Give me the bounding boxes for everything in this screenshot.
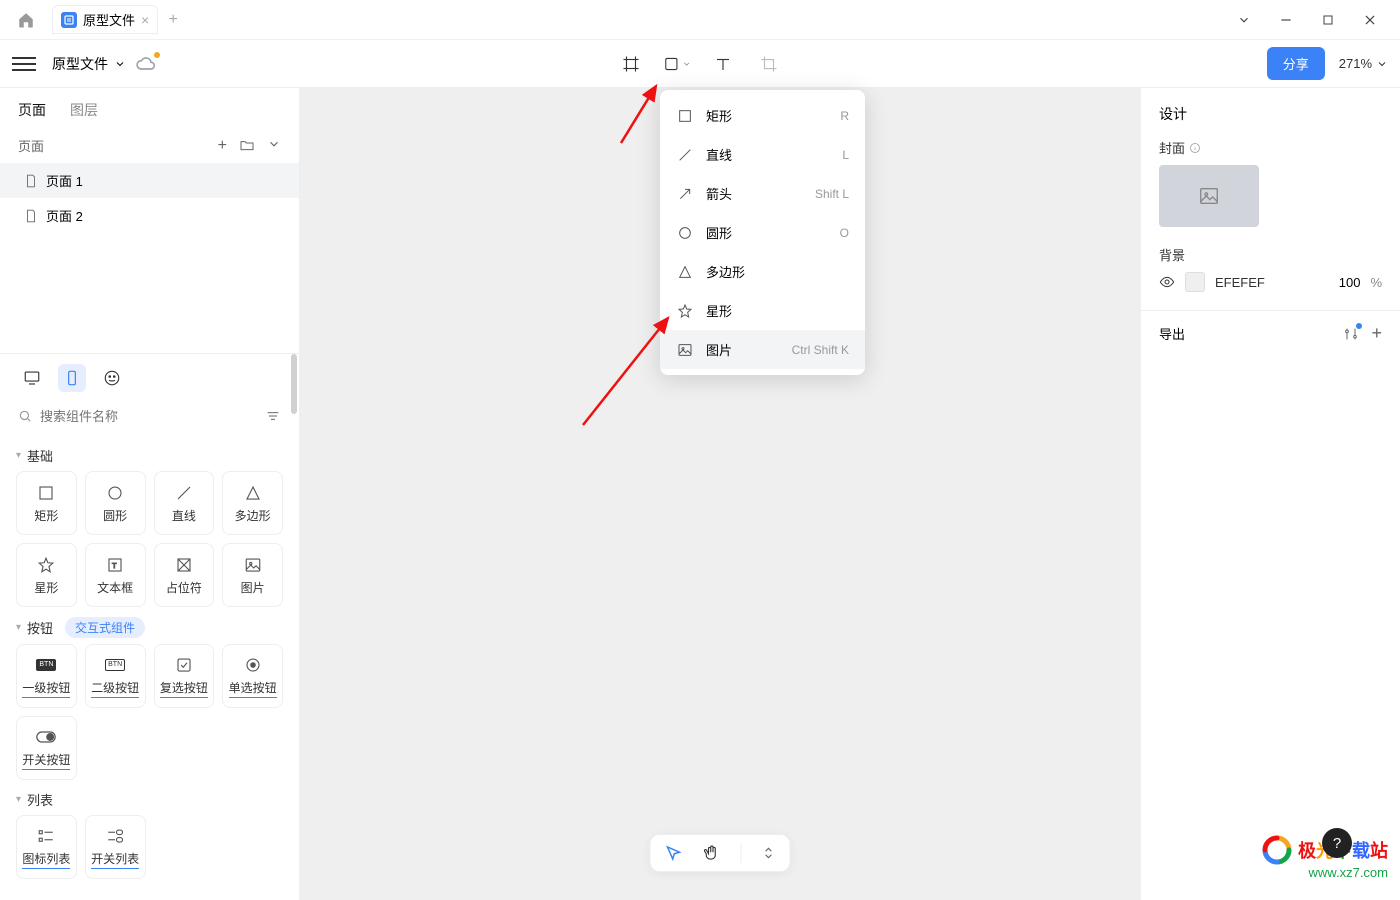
chevron-down-icon bbox=[114, 58, 126, 70]
search-icon bbox=[18, 409, 32, 423]
component-checkbox[interactable]: 复选按钮 bbox=[154, 644, 215, 708]
folder-icon[interactable] bbox=[239, 137, 255, 155]
page-item-label: 页面 2 bbox=[46, 206, 83, 225]
component-radio[interactable]: 单选按钮 bbox=[222, 644, 283, 708]
page-icon bbox=[24, 174, 38, 188]
cloud-sync-icon[interactable] bbox=[136, 54, 156, 74]
page-item-label: 页面 1 bbox=[46, 171, 83, 190]
svg-text:T: T bbox=[112, 561, 117, 570]
search-input[interactable] bbox=[40, 409, 257, 424]
component-primary-button[interactable]: BTN一级按钮 bbox=[16, 644, 77, 708]
component-star[interactable]: 星形 bbox=[16, 543, 77, 607]
document-tab[interactable]: 原型文件 × bbox=[52, 5, 158, 34]
pages-heading: 页面 bbox=[18, 136, 44, 155]
component-secondary-button[interactable]: BTN二级按钮 bbox=[85, 644, 146, 708]
file-selector[interactable]: 原型文件 bbox=[52, 54, 126, 74]
annotation-arrow-icon bbox=[578, 310, 678, 430]
maximize-button[interactable] bbox=[1316, 8, 1340, 32]
interactive-pill: 交互式组件 bbox=[65, 617, 145, 638]
component-image[interactable]: 图片 bbox=[222, 543, 283, 607]
dropdown-item-circle[interactable]: 圆形O bbox=[660, 213, 865, 252]
watermark-logo-icon bbox=[1262, 835, 1292, 865]
home-icon bbox=[17, 11, 35, 29]
dropdown-item-image[interactable]: 图片Ctrl Shift K bbox=[660, 330, 865, 369]
minimize-button[interactable] bbox=[1274, 8, 1298, 32]
info-icon[interactable] bbox=[1189, 142, 1201, 154]
help-button[interactable]: ? bbox=[1322, 828, 1352, 858]
left-panel: 页面 图层 页面 + 页面 1 页面 2 bbox=[0, 88, 300, 900]
component-rect[interactable]: 矩形 bbox=[16, 471, 77, 535]
frame-tool[interactable] bbox=[617, 50, 645, 78]
color-swatch[interactable] bbox=[1185, 272, 1205, 292]
menu-button[interactable] bbox=[12, 52, 36, 76]
file-name: 原型文件 bbox=[52, 54, 108, 74]
crop-tool[interactable] bbox=[755, 50, 783, 78]
floating-toolbar bbox=[650, 834, 791, 872]
tab-title: 原型文件 bbox=[83, 10, 135, 29]
cursor-tool[interactable] bbox=[665, 844, 683, 862]
component-placeholder[interactable]: 占位符 bbox=[154, 543, 215, 607]
component-textbox[interactable]: T文本框 bbox=[85, 543, 146, 607]
titlebar: 原型文件 × + bbox=[0, 0, 1400, 40]
scrollbar[interactable] bbox=[291, 354, 297, 414]
design-heading: 设计 bbox=[1159, 104, 1382, 124]
section-lists[interactable]: 列表 bbox=[27, 790, 53, 809]
share-button[interactable]: 分享 bbox=[1267, 47, 1325, 80]
chevron-down-icon[interactable] bbox=[1232, 8, 1256, 32]
chevron-down-icon bbox=[682, 59, 691, 69]
zoom-control[interactable]: 271% bbox=[1339, 56, 1388, 71]
component-polygon[interactable]: 多边形 bbox=[222, 471, 283, 535]
desktop-device-button[interactable] bbox=[18, 364, 46, 392]
component-circle[interactable]: 圆形 bbox=[85, 471, 146, 535]
mobile-device-button[interactable] bbox=[58, 364, 86, 392]
center-tools bbox=[617, 50, 783, 78]
dropdown-item-arrow[interactable]: 箭头Shift L bbox=[660, 174, 865, 213]
new-tab-button[interactable]: + bbox=[158, 11, 188, 29]
section-buttons[interactable]: 按钮 bbox=[27, 618, 53, 637]
background-label: 背景 bbox=[1159, 245, 1185, 264]
component-icon-list[interactable]: 图标列表 bbox=[16, 815, 77, 879]
tab-close-icon[interactable]: × bbox=[141, 12, 149, 28]
tab-pages[interactable]: 页面 bbox=[18, 100, 46, 120]
emoji-button[interactable] bbox=[98, 364, 126, 392]
dropdown-item-star[interactable]: 星形 bbox=[660, 291, 865, 330]
section-basic[interactable]: 基础 bbox=[27, 446, 53, 465]
add-page-button[interactable]: + bbox=[218, 137, 227, 155]
shape-tool[interactable] bbox=[663, 50, 691, 78]
color-hex[interactable]: EFEFEF bbox=[1215, 275, 1329, 290]
tab-layers[interactable]: 图层 bbox=[70, 100, 98, 120]
component-toggle[interactable]: 开关按钮 bbox=[16, 716, 77, 780]
component-switch-list[interactable]: 开关列表 bbox=[85, 815, 146, 879]
shape-dropdown: 矩形R 直线L 箭头Shift L 圆形O 多边形 星形 图片Ctrl Shif… bbox=[660, 90, 865, 375]
expand-toolbar[interactable] bbox=[762, 846, 776, 860]
chevron-down-icon[interactable] bbox=[267, 137, 281, 155]
dropdown-item-line[interactable]: 直线L bbox=[660, 135, 865, 174]
filter-icon[interactable] bbox=[265, 408, 281, 424]
home-button[interactable] bbox=[8, 4, 44, 36]
export-settings-icon[interactable] bbox=[1343, 326, 1359, 342]
component-line[interactable]: 直线 bbox=[154, 471, 215, 535]
zoom-value: 271% bbox=[1339, 56, 1372, 71]
dropdown-item-rect[interactable]: 矩形R bbox=[660, 96, 865, 135]
watermark-url: www.xz7.com bbox=[1262, 865, 1388, 880]
chevron-down-icon bbox=[1376, 58, 1388, 70]
text-tool[interactable] bbox=[709, 50, 737, 78]
page-icon bbox=[24, 209, 38, 223]
doc-icon bbox=[61, 12, 77, 28]
hand-tool[interactable] bbox=[703, 844, 721, 862]
visibility-icon[interactable] bbox=[1159, 274, 1175, 290]
right-panel: 设计 封面 背景 EFEFEF 100 % 导出 + bbox=[1140, 88, 1400, 900]
annotation-arrow-icon bbox=[616, 78, 666, 148]
cover-label: 封面 bbox=[1159, 138, 1185, 157]
cover-thumbnail[interactable] bbox=[1159, 165, 1259, 227]
page-item[interactable]: 页面 1 bbox=[0, 163, 299, 198]
add-export-button[interactable]: + bbox=[1371, 323, 1382, 344]
app-toolbar: 原型文件 分享 271% bbox=[0, 40, 1400, 88]
close-button[interactable] bbox=[1358, 8, 1382, 32]
export-label: 导出 bbox=[1159, 324, 1185, 343]
page-item[interactable]: 页面 2 bbox=[0, 198, 299, 233]
opacity-value[interactable]: 100 bbox=[1339, 275, 1361, 290]
percent-sign: % bbox=[1370, 275, 1382, 290]
dropdown-item-polygon[interactable]: 多边形 bbox=[660, 252, 865, 291]
